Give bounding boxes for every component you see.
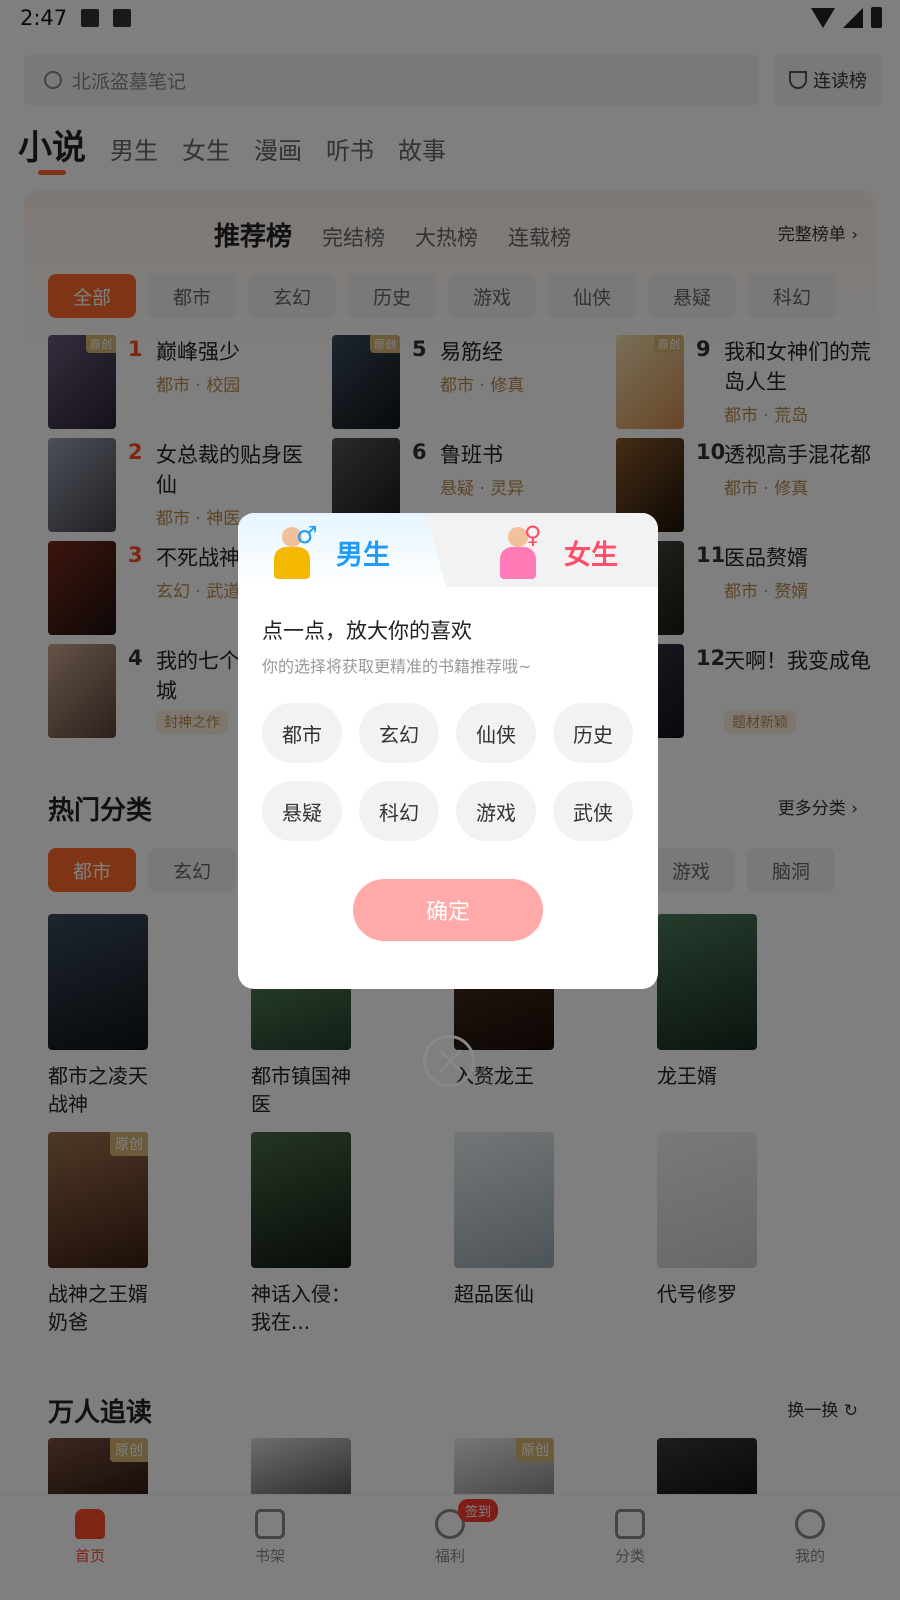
pref-urban[interactable]: 都市 [262, 703, 342, 763]
female-symbol-icon: ♀ [524, 521, 542, 549]
pref-xianxia[interactable]: 仙侠 [456, 703, 536, 763]
gender-female-label[interactable]: 女生 [564, 533, 618, 572]
dialog-title: 点一点，放大你的喜欢 [262, 619, 472, 643]
pref-history[interactable]: 历史 [553, 703, 633, 763]
preference-options: 都市 玄幻 仙侠 历史 悬疑 科幻 游戏 武侠 [262, 703, 634, 841]
gender-male-label[interactable]: 男生 [336, 533, 390, 572]
close-dialog-icon[interactable] [423, 1035, 475, 1087]
pref-fantasy[interactable]: 玄幻 [359, 703, 439, 763]
male-symbol-icon: ♂ [296, 521, 318, 549]
pref-game[interactable]: 游戏 [456, 781, 536, 841]
pref-mystery[interactable]: 悬疑 [262, 781, 342, 841]
preference-dialog: ♂ 男生 ♀ 女生 点一点，放大你的喜欢 你的选择将获取更精准的书籍推荐哦~ 都… [238, 513, 658, 989]
confirm-button[interactable]: 确定 [353, 879, 543, 941]
gender-tabs: ♂ 男生 ♀ 女生 [238, 513, 658, 587]
dialog-subtitle: 你的选择将获取更精准的书籍推荐哦~ [262, 657, 532, 676]
pref-scifi[interactable]: 科幻 [359, 781, 439, 841]
pref-wuxia[interactable]: 武侠 [553, 781, 633, 841]
